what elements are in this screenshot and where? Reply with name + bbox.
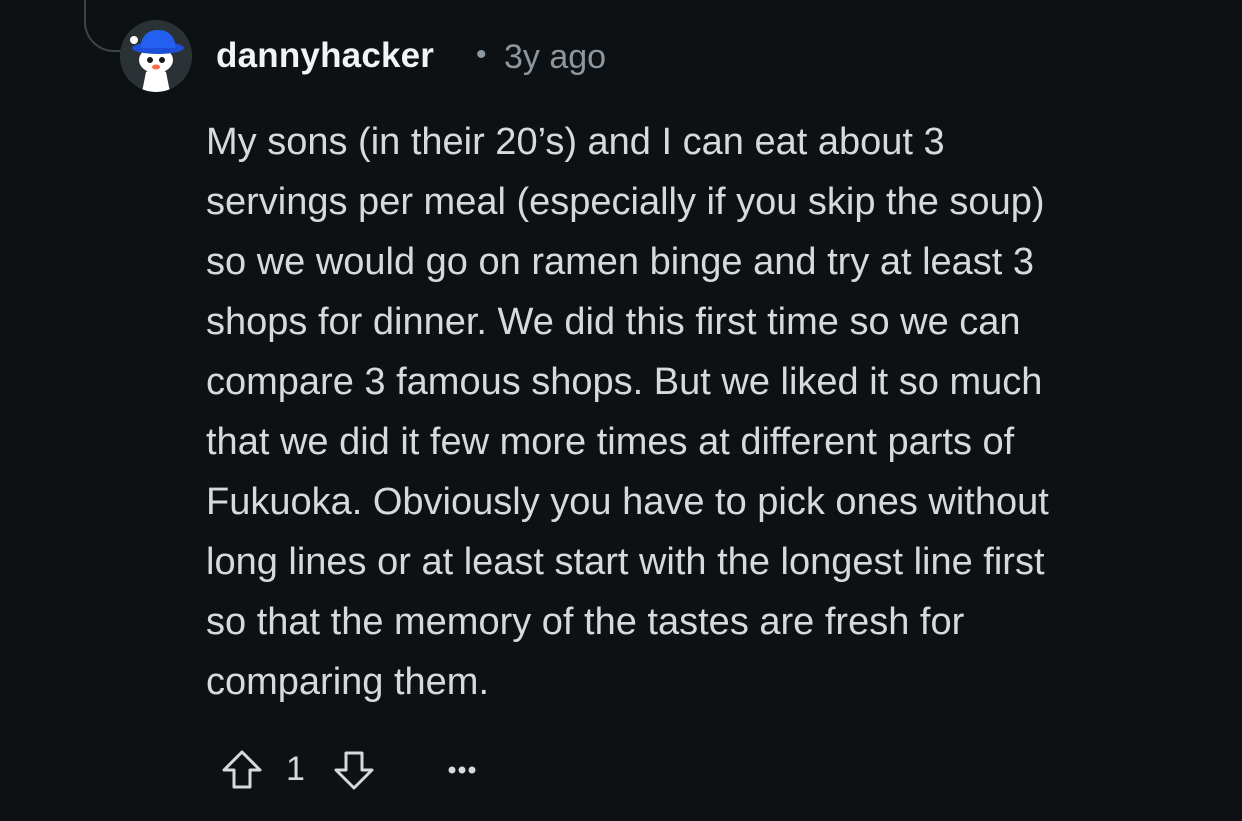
- comment-body: My sons (in their 20’s) and I can eat ab…: [206, 112, 1206, 712]
- comment-timestamp[interactable]: 3y ago: [504, 38, 606, 77]
- upvote-arrow-icon: [222, 750, 262, 789]
- comment-line: Fukuoka. Obviously you have to pick ones…: [206, 481, 1049, 523]
- comment-line: so we would go on ramen binge and try at…: [206, 241, 1035, 283]
- downvote-arrow-icon: [334, 751, 374, 790]
- downvote-button[interactable]: [328, 744, 380, 796]
- meta-separator: •: [476, 38, 487, 71]
- comment-line: servings per meal (especially if you ski…: [206, 181, 1045, 223]
- comment-line: so that the memory of the tastes are fre…: [206, 601, 965, 643]
- comment-line: compare 3 famous shops. But we liked it …: [206, 361, 1043, 403]
- thread-connector-line: [84, 0, 122, 52]
- comment-line: that we did it few more times at differe…: [206, 421, 1015, 463]
- user-avatar[interactable]: [120, 20, 192, 92]
- comment-line: My sons (in their 20’s) and I can eat ab…: [206, 121, 945, 163]
- upvote-button[interactable]: [216, 744, 268, 796]
- more-options-icon: [448, 766, 476, 774]
- snoo-avatar-icon: [120, 20, 192, 92]
- comment-line: shops for dinner. We did this first time…: [206, 301, 1021, 343]
- vote-count: 1: [286, 750, 305, 788]
- comment-line: long lines or at least start with the lo…: [206, 541, 1045, 583]
- comment-author[interactable]: dannyhacker: [216, 36, 434, 76]
- comment-line: comparing them.: [206, 661, 490, 703]
- more-options-button[interactable]: [436, 744, 488, 796]
